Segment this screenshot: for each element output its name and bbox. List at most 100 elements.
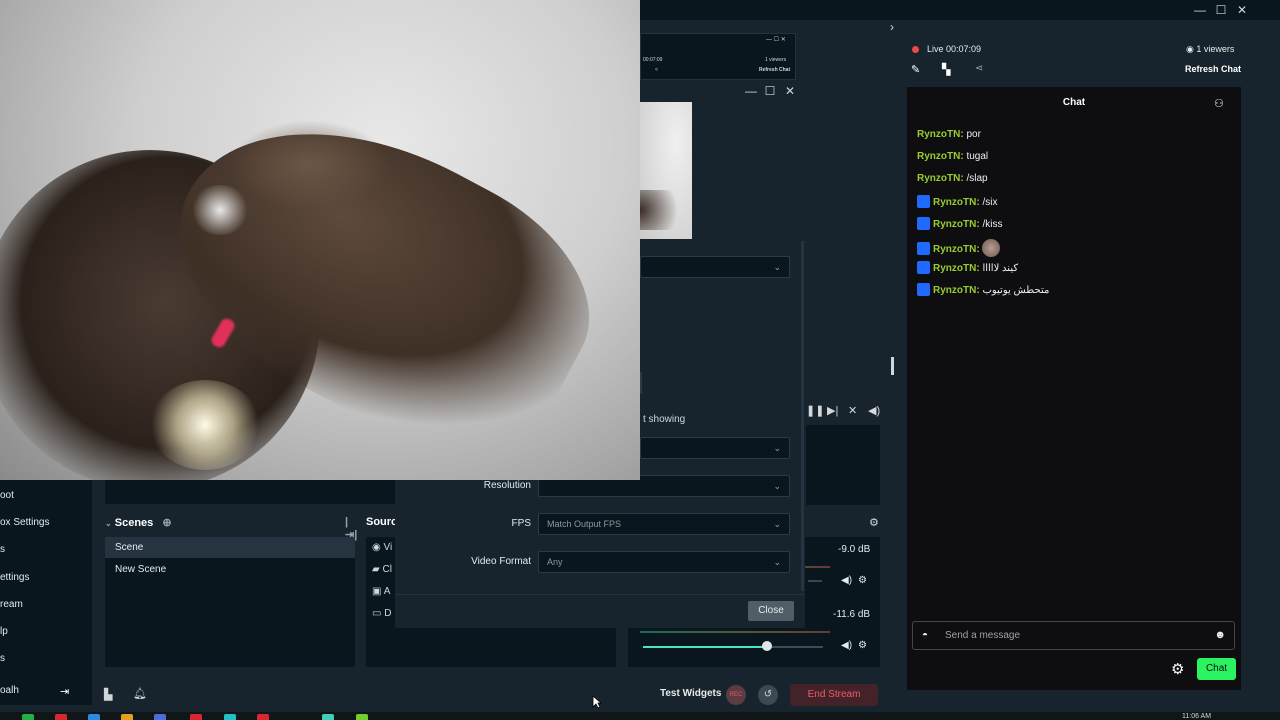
chat-settings-icon[interactable]: ⚙ [1171,660,1184,678]
volume-slider-mini[interactable] [808,580,822,582]
volume-icon[interactable]: ◀) [868,404,880,417]
edit-stream-info-icon[interactable]: ✎ [911,63,920,76]
nav-item-1[interactable]: ox Settings [0,517,49,528]
scene-item[interactable]: Scene [105,537,355,558]
device-select[interactable]: ⌄ [640,256,790,278]
volume-slider-fill [643,646,768,648]
gear-icon[interactable]: ⚙ [858,575,867,586]
chat-text: por [966,129,981,140]
taskbar-icon[interactable] [22,714,34,720]
preview-strip [105,480,395,504]
source-row[interactable]: ▭ D [372,608,391,619]
nav-item-2[interactable]: s [0,544,5,555]
mixer-settings-icon[interactable]: ⚙ [869,516,879,529]
volume-icon[interactable]: ◀) [841,575,852,586]
captured-webcam-shadow [640,190,690,230]
fps-select[interactable]: Match Output FPS ⌄ [538,513,790,535]
chat-username[interactable]: RynzoTN: [917,151,964,162]
chevron-right-icon[interactable]: › [890,20,894,34]
level-meter [640,631,830,633]
minimize-icon[interactable]: — [1192,2,1208,18]
taskbar-icon[interactable] [356,714,368,720]
gear-icon[interactable]: ⚙ [858,640,867,651]
logout-icon[interactable]: ⇥ [60,685,69,698]
pause-icon[interactable]: ❚❚ [806,404,824,417]
taskbar-icon-streamlabs[interactable] [322,714,334,720]
mixer-level-1: -9.0 dB [838,544,871,555]
resolution-type-select[interactable]: ⌄ [640,437,790,459]
refresh-chat-button[interactable]: Refresh Chat [1185,64,1241,74]
nav-item-6[interactable]: s [0,653,5,664]
moderator-badge-icon [917,261,930,274]
taskbar-icon[interactable] [190,714,202,720]
chat-username[interactable]: RynzoTN: [933,219,980,230]
nav-item-0[interactable]: oot [0,490,14,501]
chat-username[interactable]: RynzoTN: [933,244,980,255]
share-icon[interactable]: ⋖ [975,63,983,74]
moderator-badge-icon [917,195,930,208]
taskbar-icon[interactable] [121,714,133,720]
chat-username[interactable]: RynzoTN: [917,129,964,140]
nav-item-5[interactable]: lp [0,626,8,637]
chat-message: RynzoTN: كيند لااااا [917,261,1018,274]
record-button[interactable]: REC [726,685,746,705]
user-list-icon[interactable]: ⚇ [1214,97,1224,110]
taskbar-icon[interactable] [224,714,236,720]
dialog-scrollbar[interactable] [801,241,804,591]
moderator-badge-icon [917,242,930,255]
nav-item-3[interactable]: ettings [0,572,29,583]
taskbar-icon[interactable] [88,714,100,720]
chat-username[interactable]: RynzoTN: [933,263,980,274]
emote-icon[interactable]: ☻ [1214,622,1226,649]
showing-label: t showing [643,414,686,425]
chat-message: RynzoTN: /slap [917,173,988,184]
panel-resize-handle[interactable] [891,357,894,375]
chat-text: كيند لااااا [982,263,1019,274]
chat-text: /kiss [982,219,1003,230]
source-row[interactable]: ▰ Cl [372,564,392,575]
end-stream-button[interactable]: End Stream [790,684,878,706]
taskbar-clock: 11:06 AM [1182,713,1212,720]
chat-icon: ▰ [372,564,383,575]
source-row[interactable]: ▣ A [372,586,390,597]
volume-icon[interactable]: ◀) [841,640,852,651]
mouse-cursor-icon [592,695,602,709]
maximize-icon[interactable]: ☐ [1213,2,1229,18]
send-chat-button[interactable]: Chat [1197,658,1236,680]
source-row[interactable]: ◉ Vi [372,542,392,553]
taskbar-icon[interactable] [55,714,67,720]
taskbar-icon[interactable] [154,714,166,720]
moderator-badge-icon [917,217,930,230]
resolution-label: Resolution [483,480,531,491]
close-icon: ✕ [784,84,796,98]
taskbar-icon[interactable] [257,714,269,720]
close-button[interactable]: Close [748,601,794,621]
add-scene-icon[interactable]: ⊕ [162,517,171,529]
chevron-down-icon[interactable]: ⌄ [105,519,112,528]
chat-username[interactable]: RynzoTN: [917,173,964,184]
stats-icon[interactable]: ▙ [104,688,112,701]
clips-icon[interactable]: ▚ [942,63,950,76]
moderator-badge-icon [917,283,930,296]
mute-mic-icon[interactable]: ✕ [848,404,857,417]
chat-message: RynzoTN: /kiss [917,217,1002,230]
chat-text: متحطش يوتيوب [982,285,1050,296]
replay-buffer-icon[interactable]: ↺ [758,685,778,705]
chat-username[interactable]: RynzoTN: [933,197,980,208]
notifications-icon[interactable]: 🔔︎ [133,687,147,700]
video-format-select[interactable]: Any ⌄ [538,551,790,573]
test-widgets-button[interactable]: Test Widgets [660,688,721,699]
chat-message-input[interactable]: ◓ Send a message ☻ [912,621,1235,650]
next-icon[interactable]: ▶| [827,404,838,417]
fps-label: FPS [511,518,531,529]
minimize-icon: — [745,84,757,98]
close-icon[interactable]: ✕ [1234,2,1250,18]
nav-item-4[interactable]: ream [0,599,23,610]
captured-window-gap [692,102,803,239]
input-edge [640,372,642,394]
chat-username[interactable]: RynzoTN: [933,285,980,296]
scene-item[interactable]: New Scene [105,559,355,580]
dialog-footer-divider [395,594,805,595]
chat-title: Chat [1062,97,1086,108]
nav-item-7[interactable]: oalh [0,685,19,696]
